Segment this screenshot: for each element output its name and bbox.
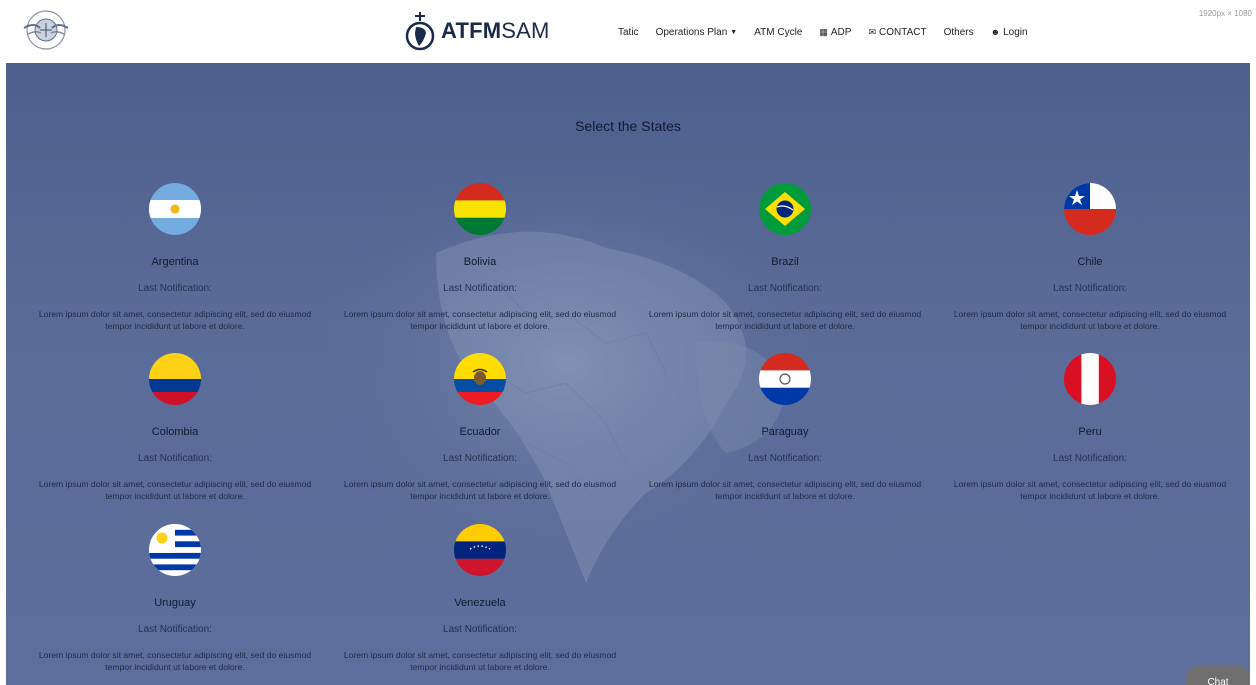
brazil-flag[interactable] (759, 183, 811, 235)
last-notification-label: Last Notification: (748, 283, 822, 294)
nav-item-label: Tatic (618, 26, 639, 38)
state-name[interactable]: Chile (940, 256, 1240, 268)
state-name[interactable]: Uruguay (25, 597, 325, 609)
chile-flag[interactable] (1064, 183, 1116, 235)
state-description: Lorem ipsum dolor sit amet, consectetur … (648, 479, 922, 501)
state-card-bolivia[interactable]: Bolivia Last Notification: Lorem ipsum dol… (330, 183, 630, 332)
paraguay-flag[interactable] (759, 353, 811, 405)
state-card-peru[interactable]: Peru Last Notification: Lorem ipsum dolor … (940, 353, 1240, 502)
state-name[interactable]: Paraguay (635, 426, 935, 438)
nav-item-adp[interactable]: ▦ ADP (819, 27, 851, 38)
resolution-note: 1920px × 1080 (1198, 9, 1252, 18)
state-description: Lorem ipsum dolor sit amet, consectetur … (953, 309, 1227, 331)
state-name[interactable]: Venezuela (330, 597, 630, 609)
bolivia-flag[interactable] (454, 183, 506, 235)
state-description: Lorem ipsum dolor sit amet, consectetur … (38, 479, 312, 501)
nav-item-label: CONTACT (879, 26, 927, 38)
last-notification-label: Last Notification: (1053, 453, 1127, 464)
state-name[interactable]: Brazil (635, 256, 935, 268)
last-notification-label: Last Notification: (138, 453, 212, 464)
envelope-icon: ✉ (868, 26, 876, 37)
state-name[interactable]: Bolivia (330, 256, 630, 268)
grid-icon: ▦ (819, 26, 828, 37)
state-description: Lorem ipsum dolor sit amet, consectetur … (38, 650, 312, 672)
peru-flag[interactable] (1064, 353, 1116, 405)
ecuador-flag[interactable] (454, 353, 506, 405)
nav-item-atm-cycle[interactable]: ATM Cycle (754, 27, 802, 38)
states-hero-section: Select the States Argentina Last Notifica… (6, 63, 1250, 685)
state-description: Lorem ipsum dolor sit amet, consectetur … (648, 309, 922, 331)
state-card-chile[interactable]: Chile Last Notification: Lorem ipsum dolor… (940, 183, 1240, 332)
nav-item-others[interactable]: Others (944, 27, 974, 38)
colombia-flag[interactable] (149, 353, 201, 405)
state-card-colombia[interactable]: Colombia Last Notification: Lorem ipsum do… (25, 353, 325, 502)
state-card-argentina[interactable]: Argentina Last Notification: Lorem ipsum d… (25, 183, 325, 332)
state-description: Lorem ipsum dolor sit amet, consectetur … (38, 309, 312, 331)
nav-item-label: Operations Plan (655, 26, 728, 38)
caret-down-icon: ▼ (730, 28, 738, 36)
main-nav: Tatic Operations Plan ▼ ATM Cycle ▦ ADP ✉ CONTA… (618, 22, 1045, 42)
last-notification-label: Last Notification: (138, 283, 212, 294)
last-notification-label: Last Notification: (1053, 283, 1127, 294)
state-card-paraguay[interactable]: Paraguay Last Notification: Lorem ipsum do… (635, 353, 935, 502)
atfm-sam-brand[interactable]: ATFMSAM (403, 10, 550, 52)
state-description: Lorem ipsum dolor sit amet, consectetur … (343, 650, 617, 672)
state-name[interactable]: Colombia (25, 426, 325, 438)
south-america-plane-icon (405, 12, 435, 51)
state-card-venezuela[interactable]: Venezuela Last Notification: Lorem ipsum d… (330, 524, 630, 673)
nav-item-operations-plan[interactable]: Operations Plan ▼ (656, 27, 738, 38)
nav-item-label: Others (943, 26, 974, 38)
last-notification-label: Last Notification: (138, 624, 212, 635)
section-title: Select the States (575, 118, 681, 134)
state-description: Lorem ipsum dolor sit amet, consectetur … (343, 309, 617, 331)
state-name[interactable]: Argentina (25, 256, 325, 268)
state-description: Lorem ipsum dolor sit amet, consectetur … (343, 479, 617, 501)
chat-button[interactable]: Chat (1186, 665, 1250, 685)
last-notification-label: Last Notification: (443, 453, 517, 464)
top-navbar: ATFMSAM Tatic Operations Plan ▼ ATM Cycle ▦ A… (0, 0, 1256, 63)
uruguay-flag[interactable] (149, 524, 201, 576)
state-name[interactable]: Ecuador (330, 426, 630, 438)
icao-emblem-logo[interactable] (20, 8, 72, 52)
last-notification-label: Last Notification: (443, 283, 517, 294)
state-card-uruguay[interactable]: Uruguay Last Notification: Lorem ipsum dol… (25, 524, 325, 673)
argentina-flag[interactable] (149, 183, 201, 235)
last-notification-label: Last Notification: (748, 453, 822, 464)
nav-item-login[interactable]: ☻ Login (991, 27, 1028, 38)
state-name[interactable]: Peru (940, 426, 1240, 438)
state-description: Lorem ipsum dolor sit amet, consectetur … (953, 479, 1227, 501)
nav-item-contact[interactable]: ✉ CONTACT (868, 27, 926, 38)
nav-item-label: ATM Cycle (754, 26, 803, 38)
state-card-ecuador[interactable]: Ecuador Last Notification: Lorem ipsum dol… (330, 353, 630, 502)
brand-name: ATFMSAM (441, 18, 550, 43)
nav-item-label: ADP (830, 26, 852, 38)
last-notification-label: Last Notification: (443, 624, 517, 635)
nav-item-tatic[interactable]: Tatic (618, 27, 639, 38)
user-icon: ☻ (990, 27, 1001, 37)
venezuela-flag[interactable] (454, 524, 506, 576)
nav-item-label: Login (1003, 26, 1028, 38)
state-card-brazil[interactable]: Brazil Last Notification: Lorem ipsum dolo… (635, 183, 935, 332)
